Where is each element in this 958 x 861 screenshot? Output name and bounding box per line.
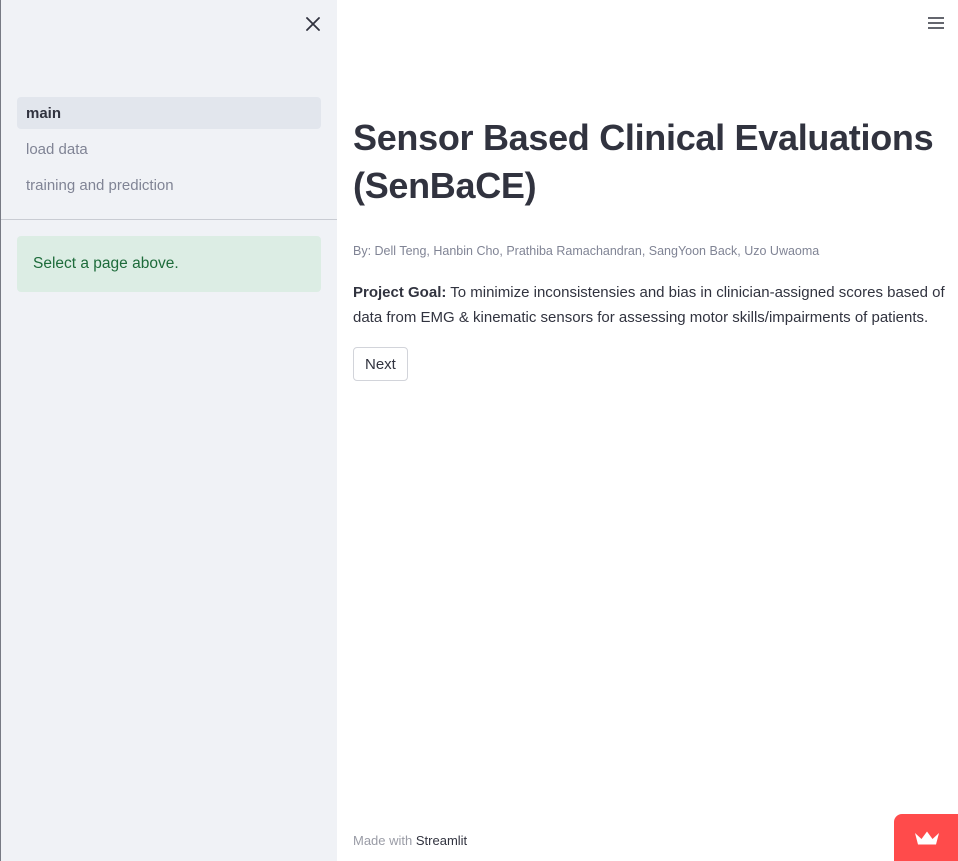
page-title: Sensor Based Clinical Evaluations (SenBa… [353, 117, 934, 206]
main-content: Sensor Based Clinical Evaluations (SenBa… [353, 0, 949, 861]
next-button[interactable]: Next [353, 347, 408, 381]
page-navigation: main load data training and prediction [17, 97, 321, 205]
streamlit-badge[interactable] [894, 814, 958, 861]
footer-made-with: Made with [353, 833, 416, 848]
nav-item-label: main [26, 104, 62, 122]
close-icon [306, 17, 320, 31]
nav-item-training-and-prediction[interactable]: training and prediction [17, 169, 321, 201]
nav-item-load-data[interactable]: load data [17, 133, 321, 165]
authors-byline: By: Dell Teng, Hanbin Cho, Prathiba Rama… [353, 244, 820, 258]
app-window: main load data training and prediction S… [0, 0, 958, 861]
sidebar-divider [1, 219, 337, 220]
project-goal-label: Project Goal: [353, 284, 447, 301]
sidebar: main load data training and prediction S… [1, 0, 337, 861]
streamlit-link[interactable]: Streamlit [416, 833, 467, 848]
info-alert: Select a page above. [17, 236, 321, 292]
crown-icon [914, 831, 939, 844]
nav-item-label: training and prediction [26, 176, 174, 194]
footer: Made with Streamlit [353, 833, 467, 848]
nav-item-main[interactable]: main [17, 97, 321, 129]
project-goal: Project Goal: To minimize inconsistensie… [353, 280, 949, 330]
nav-item-label: load data [26, 140, 88, 158]
info-alert-text: Select a page above. [33, 255, 179, 272]
close-sidebar-button[interactable] [302, 13, 324, 35]
